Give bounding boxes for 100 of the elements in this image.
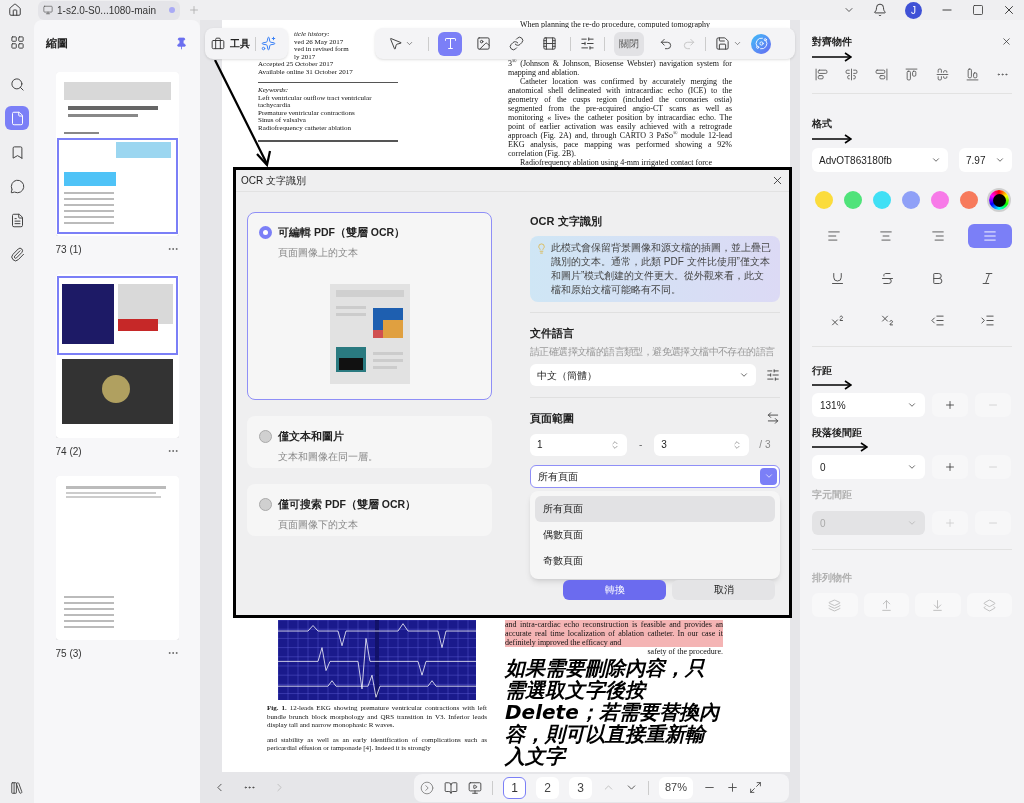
orbit-icon [754, 37, 768, 50]
section-title: 頁面範圍 [530, 411, 574, 426]
underline-icon[interactable] [829, 270, 845, 286]
color-swatch[interactable] [960, 191, 978, 209]
page-subset-select[interactable]: 所有頁面 [530, 464, 780, 488]
dropdown-option[interactable]: 所有頁面 [535, 495, 775, 522]
grid-icon [9, 34, 25, 50]
link-icon [508, 36, 524, 51]
zoom-level[interactable]: 87% [659, 776, 694, 799]
page-thumbnail[interactable] [55, 72, 179, 236]
text-icon [442, 36, 458, 51]
outdent-icon[interactable] [929, 312, 945, 328]
spacing-select[interactable]: 0 [812, 455, 925, 479]
home-icon[interactable] [8, 3, 22, 17]
color-swatch[interactable] [844, 191, 862, 209]
strikethrough-icon[interactable] [879, 270, 895, 286]
body-text: 3$^{®}$ (Johnson & Johnson, Biosense Webster) navigation system for mapping and ablation. [508, 59, 732, 77]
user-avatar[interactable]: J [905, 1, 922, 19]
cancel-button[interactable]: 取消 [672, 579, 775, 600]
layers-icon [828, 598, 842, 612]
info-text: 此模式會保留背景圖像和源文檔的插圖，並上疊已識別的文本。通常，此類 PDF 文件比使用”僅文本和圖片”模式創建的文件更大。從外觀來看，此文檔和原始文檔可能略有不同。 [551, 240, 772, 297]
toolbox-icon[interactable] [211, 36, 225, 51]
italic-icon[interactable] [979, 270, 995, 286]
radio-button[interactable] [259, 498, 272, 512]
radio-button[interactable] [259, 430, 272, 444]
align-middle-icon[interactable] [845, 68, 859, 81]
body-text: When planning the re-do procedure, computed tomography [519, 20, 711, 29]
plus-icon [944, 461, 956, 473]
increase-button[interactable] [932, 455, 968, 479]
align-top-icon[interactable] [905, 68, 919, 81]
tool-button[interactable] [438, 31, 462, 56]
alignment-button[interactable] [968, 224, 1012, 248]
color-swatch[interactable] [902, 191, 920, 209]
close-edit-button[interactable]: 關閉 [614, 31, 644, 56]
radio-button[interactable] [259, 226, 272, 240]
page-to-field[interactable]: 3 [654, 433, 750, 456]
section-label: 字元間距 [812, 488, 853, 502]
save-icon[interactable] [715, 36, 730, 51]
page-number-button[interactable]: 1 [503, 776, 526, 799]
page-number-button[interactable]: 2 [536, 776, 559, 799]
swap-icon[interactable] [766, 411, 780, 426]
subscript-icon[interactable] [879, 312, 895, 328]
color-swatch[interactable] [931, 191, 949, 209]
sparkle-icon[interactable] [261, 36, 276, 51]
page-from-field[interactable]: 1 [530, 433, 627, 456]
align-justify-icon [983, 229, 997, 243]
settings-icon[interactable] [580, 36, 595, 51]
color-picker[interactable] [989, 190, 1009, 210]
page-thumbnail[interactable] [55, 274, 179, 438]
convert-button[interactable]: 轉換 [563, 579, 666, 600]
fit-page-icon[interactable] [749, 781, 763, 794]
tools-label[interactable]: 工具 [230, 36, 250, 51]
plus-icon [944, 399, 956, 411]
indent-icon[interactable] [979, 312, 995, 328]
page-thumbnail[interactable] [55, 476, 179, 640]
language-select[interactable]: 中文（簡體） [530, 364, 756, 386]
page-label: 74 (2) [55, 444, 82, 459]
color-swatch[interactable] [873, 191, 891, 209]
ocr-mode-option[interactable]: 僅文本和圖片 文本和圖像在同一層。 [247, 416, 492, 468]
font-size-select[interactable]: 7.97 [959, 148, 1012, 172]
ocr-mode-option[interactable]: 僅可搜索 PDF（雙層 OCR） 頁面圖像下的文本 [247, 484, 492, 536]
document-tab[interactable]: 1-s2.0-S0...1080-main [38, 0, 180, 20]
pin-icon[interactable] [175, 36, 188, 50]
align-right-edge-icon[interactable] [875, 68, 889, 81]
section-label: 對齊物件 [812, 35, 852, 49]
film-icon [541, 36, 557, 51]
color-swatch[interactable] [815, 191, 833, 209]
presentation-icon[interactable] [468, 780, 482, 795]
dropdown-option[interactable]: 偶數頁面 [535, 521, 775, 548]
maximize-icon[interactable] [972, 4, 984, 16]
close-icon[interactable] [1001, 36, 1012, 47]
align-left-icon [827, 229, 841, 243]
font-select[interactable]: AdvOT863180fb [812, 148, 948, 172]
bell-icon[interactable] [873, 3, 887, 17]
dropdown-option[interactable]: 奇數頁面 [535, 547, 775, 574]
chevron-circle-icon[interactable] [420, 780, 434, 795]
spacing-select[interactable]: 131% [812, 393, 925, 417]
assistant-logo[interactable] [751, 33, 771, 54]
library-icon[interactable] [10, 781, 24, 795]
settings-icon[interactable] [766, 368, 780, 382]
close-icon[interactable] [771, 174, 784, 187]
align-bottom-icon[interactable] [965, 68, 979, 81]
panel-title: 縮圖 [46, 35, 68, 51]
close-icon[interactable] [1002, 3, 1016, 17]
comment-icon [9, 178, 25, 194]
option-title: 僅可搜索 PDF（雙層 OCR） [278, 497, 417, 512]
page-number-button[interactable]: 3 [569, 776, 592, 799]
align-center-line-icon[interactable] [935, 68, 949, 81]
align-left-edge-icon[interactable] [815, 68, 828, 81]
increase-button[interactable] [932, 393, 968, 417]
superscript-icon[interactable] [829, 312, 845, 328]
align-right-icon [931, 229, 945, 243]
document-icon [9, 212, 25, 228]
monitor-icon [43, 5, 53, 15]
ocr-mode-option[interactable]: 可編輯 PDF（雙層 OCR） 頁面圖像上的文本 [247, 212, 492, 400]
undo-icon[interactable] [659, 36, 673, 51]
search-icon [9, 76, 25, 92]
zoom-in-icon[interactable] [726, 781, 740, 794]
caret-icon[interactable] [733, 39, 742, 48]
two-page-icon[interactable] [444, 780, 458, 795]
